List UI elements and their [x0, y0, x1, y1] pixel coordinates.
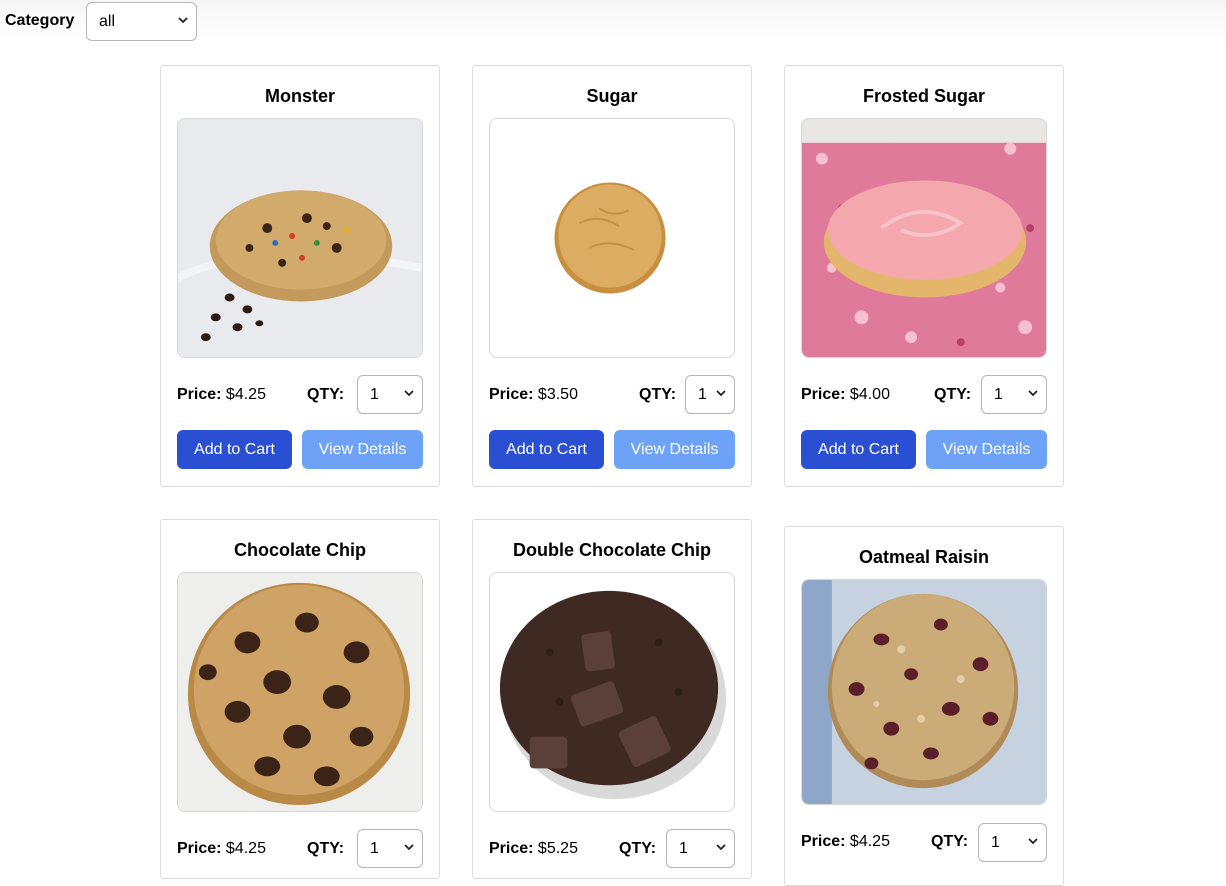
qty-select[interactable]: 1 — [978, 823, 1047, 862]
category-select[interactable]: all — [86, 2, 197, 41]
qty-label: QTY: — [639, 386, 677, 403]
product-card-sugar: Sugar Price: $3.50 QTY: 1 Add to Cart Vi… — [472, 65, 752, 487]
product-name: Sugar — [586, 86, 638, 106]
product-card-oatmeal-raisin: Oatmeal Raisin Price: $4.25 QTY: 1 — [784, 526, 1064, 886]
chevron-down-icon — [404, 843, 414, 850]
add-to-cart-button[interactable]: Add to Cart — [801, 430, 916, 469]
qty-label: QTY: — [307, 386, 345, 403]
qty-label: QTY: — [307, 840, 345, 857]
qty-label: QTY: — [619, 840, 657, 857]
view-details-button[interactable]: View Details — [614, 430, 735, 469]
chevron-down-icon — [1028, 389, 1038, 396]
view-details-button[interactable]: View Details — [302, 430, 423, 469]
product-name: Frosted Sugar — [862, 86, 986, 106]
product-price: Price: $4.25 — [177, 386, 266, 403]
product-price: Price: $4.00 — [801, 386, 890, 403]
category-select-value: all — [99, 12, 116, 30]
chevron-down-icon — [404, 389, 414, 396]
product-name: Oatmeal Raisin — [858, 547, 990, 567]
product-image-chocolate-chip — [177, 572, 423, 812]
product-image-frosted-sugar — [801, 118, 1047, 358]
chevron-down-icon — [1028, 837, 1038, 844]
product-image-oatmeal-raisin — [801, 579, 1047, 805]
chevron-down-icon — [178, 16, 188, 23]
product-name: Double Chocolate Chip — [513, 540, 711, 560]
qty-select[interactable]: 1 — [666, 829, 735, 868]
product-image-sugar — [489, 118, 735, 358]
product-name: Monster — [264, 86, 335, 106]
product-card-chocolate-chip: Chocolate Chip Price: $4.25 QTY: 1 — [160, 519, 440, 879]
qty-select[interactable]: 1 — [357, 829, 423, 868]
product-card-double-chocolate-chip: Double Chocolate Chip Price: $5.25 QTY: … — [472, 519, 752, 879]
view-details-button[interactable]: View Details — [926, 430, 1047, 469]
product-card-frosted-sugar: Frosted Sugar Price: $4.00 QTY: 1 Add to… — [784, 65, 1064, 487]
category-label: Category — [5, 12, 75, 29]
qty-select[interactable]: 1 — [357, 375, 423, 414]
add-to-cart-button[interactable]: Add to Cart — [489, 430, 604, 469]
chevron-down-icon — [716, 843, 726, 850]
product-name: Chocolate Chip — [233, 540, 366, 560]
qty-label: QTY: — [931, 833, 969, 850]
add-to-cart-button[interactable]: Add to Cart — [177, 430, 292, 469]
product-card-monster: Monster Price: $4.25 QTY: 1 Add to Cart … — [160, 65, 440, 487]
product-image-monster — [177, 118, 423, 358]
qty-label: QTY: — [934, 386, 972, 403]
product-price: Price: $4.25 — [801, 833, 890, 850]
product-price: Price: $4.25 — [177, 840, 266, 857]
product-price: Price: $5.25 — [489, 840, 578, 857]
qty-select[interactable]: 1 — [981, 375, 1047, 414]
chevron-down-icon — [716, 389, 726, 396]
product-price: Price: $3.50 — [489, 386, 578, 403]
qty-select[interactable]: 1 — [685, 375, 735, 414]
product-image-double-chocolate-chip — [489, 572, 735, 812]
